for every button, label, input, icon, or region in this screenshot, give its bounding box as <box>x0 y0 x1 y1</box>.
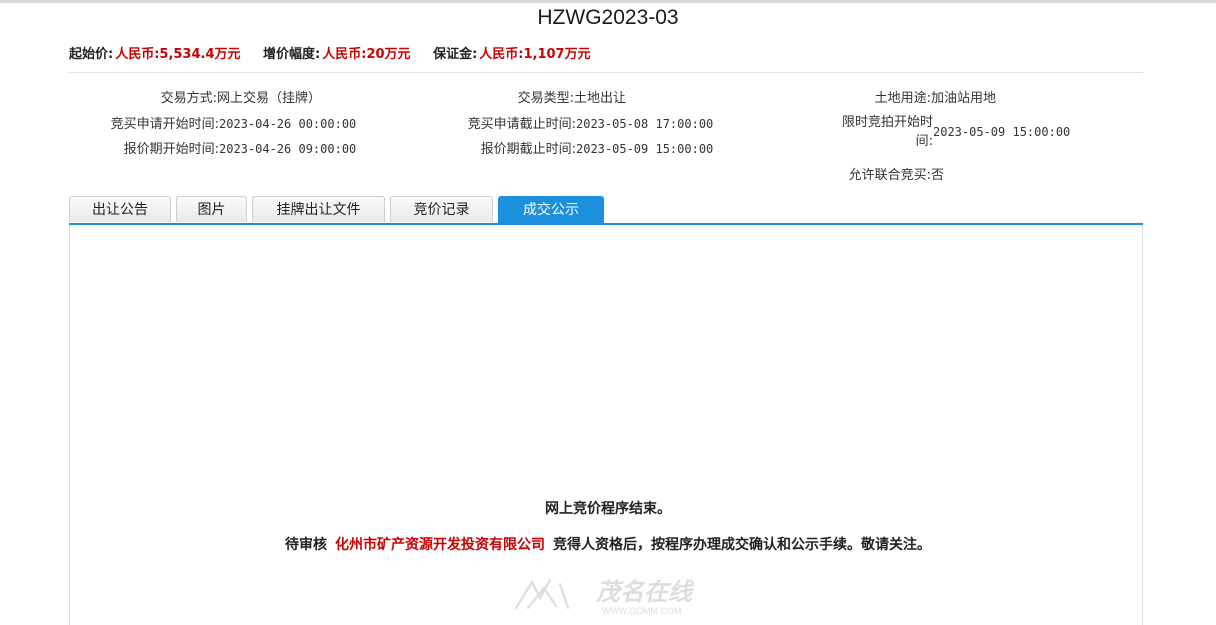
apply-start-label: 竞买申请开始时间: <box>110 117 219 132</box>
land-use: 土地用途:加油站用地 <box>781 87 996 106</box>
quote-start-label: 报价期开始时间: <box>123 142 219 157</box>
watermark-text: 茂名在线 <box>595 579 695 606</box>
quote-start-value: 2023-04-26 09:00:00 <box>219 142 357 156</box>
bid-start-label-line1: 限时竞拍开始时 <box>841 115 933 130</box>
top-border <box>0 0 1216 3</box>
quote-end-value: 2023-05-09 15:00:00 <box>576 142 714 156</box>
apply-end-value: 2023-05-08 17:00:00 <box>576 117 714 131</box>
quote-end-label: 报价期截止时间: <box>480 142 576 157</box>
tab-listing-documents[interactable]: 挂牌出让文件 <box>252 196 385 222</box>
land-use-label: 土地用途: <box>874 91 931 106</box>
tab-bid-records[interactable]: 竞价记录 <box>390 196 493 222</box>
pending-suffix: 竞得人资格后，按程序办理成交确认和公示手续。敬请关注。 <box>553 537 931 553</box>
start-price-value: 人民币:5,534.4万元 <box>115 47 241 62</box>
increment-value: 人民币:20万元 <box>322 47 411 62</box>
bid-start-label-line2: 间: <box>915 134 933 149</box>
trade-method-value: 网上交易（挂牌） <box>217 91 322 106</box>
increment-label: 增价幅度: <box>263 47 321 62</box>
trade-method: 交易方式:网上交易（挂牌） <box>69 87 321 106</box>
deposit-value: 人民币:1,107万元 <box>479 47 591 62</box>
tab-deal-announcement[interactable]: 成交公示 <box>498 196 604 223</box>
watermark-url: WWW.GDMM.COM <box>602 606 681 616</box>
pending-prefix: 待审核 <box>285 537 327 553</box>
bid-start: 限时竞拍开始时 间: 2023-05-09 15:00:00 <box>781 113 1070 151</box>
site-watermark: 茂名在线 WWW.GDMM.COM <box>510 574 710 618</box>
quote-end: 报价期截止时间:2023-05-09 15:00:00 <box>424 138 714 157</box>
tab-announcement[interactable]: 出让公告 <box>69 196 171 222</box>
trade-type: 交易类型:土地出让 <box>424 87 626 106</box>
apply-end: 竞买申请截止时间:2023-05-08 17:00:00 <box>424 113 714 132</box>
joint-bidding: 允许联合竞买:否 <box>781 164 944 183</box>
apply-start: 竞买申请开始时间:2023-04-26 00:00:00 <box>69 113 357 132</box>
apply-start-value: 2023-04-26 00:00:00 <box>219 117 357 131</box>
bid-start-value: 2023-05-09 15:00:00 <box>933 125 1071 139</box>
trade-type-label: 交易类型: <box>517 91 574 106</box>
auction-ended-message: 网上竞价程序结束。 <box>545 501 671 517</box>
tab-content-panel <box>69 225 1143 625</box>
apply-end-label: 竞买申请截止时间: <box>467 117 576 132</box>
trade-type-value: 土地出让 <box>574 91 627 106</box>
joint-value: 否 <box>931 168 945 183</box>
winning-company: 化州市矿产资源开发投资有限公司 <box>335 537 545 553</box>
price-bar: 起始价: 人民币:5,534.4万元 增价幅度: 人民币:20万元 保证金: 人民币:… <box>69 43 609 62</box>
start-price-label: 起始价: <box>69 47 114 62</box>
pending-review-message: 待审核 化州市矿产资源开发投资有限公司 竞得人资格后，按程序办理成交确认和公示手续。… <box>0 534 1216 554</box>
deposit-label: 保证金: <box>433 47 478 62</box>
divider <box>69 72 1143 73</box>
page-title: HZWG2023-03 <box>537 6 679 29</box>
quote-start: 报价期开始时间:2023-04-26 09:00:00 <box>69 138 357 157</box>
trade-method-label: 交易方式: <box>160 91 217 106</box>
joint-label: 允许联合竞买: <box>848 168 931 183</box>
watermark-logo-icon: 茂名在线 WWW.GDMM.COM <box>514 578 695 616</box>
tab-pictures[interactable]: 图片 <box>176 196 247 222</box>
land-use-value: 加油站用地 <box>931 91 997 106</box>
